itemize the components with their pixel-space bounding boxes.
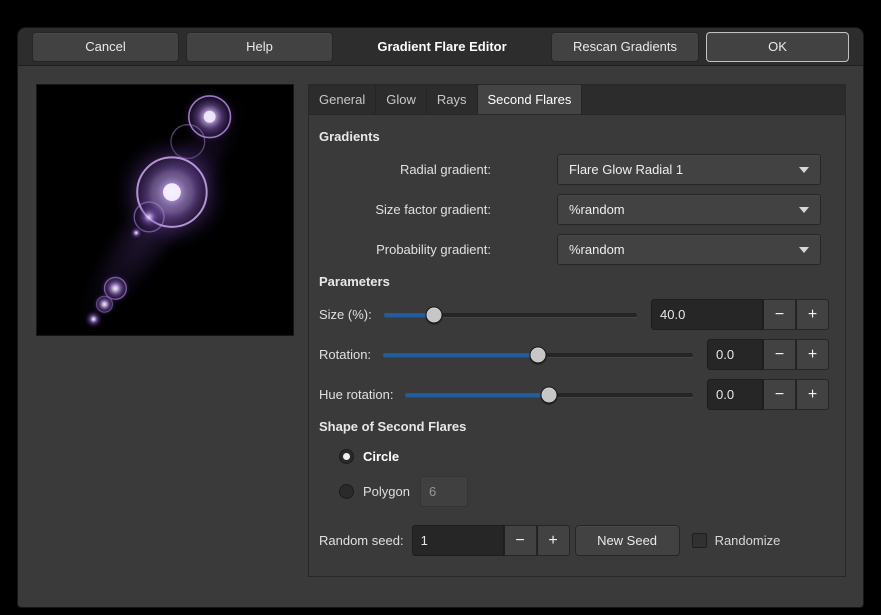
slider-track <box>384 313 637 317</box>
plus-icon: + <box>808 346 817 363</box>
randomize-checkbox-label[interactable]: Randomize <box>715 533 781 548</box>
polygon-radio-label[interactable]: Polygon <box>363 484 410 499</box>
minus-icon: − <box>775 346 784 363</box>
window-title: Gradient Flare Editor <box>340 39 544 54</box>
circle-option-row: Circle <box>339 444 829 468</box>
hue-rotation-increment-button[interactable]: + <box>796 379 829 410</box>
probability-gradient-dropdown[interactable]: %random <box>557 234 821 265</box>
help-button[interactable]: Help <box>186 32 333 62</box>
flare-preview <box>36 84 294 336</box>
ok-button[interactable]: OK <box>706 32 849 62</box>
polygon-option-row: Polygon <box>339 476 829 507</box>
rotation-slider[interactable] <box>383 339 693 370</box>
minus-icon: − <box>775 386 784 403</box>
minus-icon: − <box>775 306 784 323</box>
size-decrement-button[interactable]: − <box>763 299 796 330</box>
settings-panel: General Glow Rays Second Flares Gradient… <box>308 84 846 577</box>
random-seed-label: Random seed: <box>319 533 404 548</box>
size-factor-gradient-dropdown[interactable]: %random <box>557 194 821 225</box>
hue-rotation-label: Hue rotation: <box>319 387 393 402</box>
size-label: Size (%): <box>319 307 372 322</box>
random-seed-row: Random seed: − + New Seed Randomize <box>319 525 829 556</box>
slider-handle[interactable] <box>530 346 547 363</box>
gradient-flare-editor-dialog: Cancel Help Gradient Flare Editor Rescan… <box>18 28 863 607</box>
rotation-row: Rotation: − + <box>319 339 829 370</box>
chevron-down-icon <box>799 247 809 253</box>
seed-decrement-button[interactable]: − <box>504 525 537 556</box>
tab-second-flares[interactable]: Second Flares <box>478 85 583 114</box>
randomize-checkbox[interactable] <box>692 533 707 548</box>
shape-section-title: Shape of Second Flares <box>319 419 829 434</box>
rotation-decrement-button[interactable]: − <box>763 339 796 370</box>
probability-gradient-value: %random <box>569 242 799 257</box>
cancel-button[interactable]: Cancel <box>32 32 179 62</box>
seed-increment-button[interactable]: + <box>537 525 570 556</box>
plus-icon: + <box>548 532 557 549</box>
plus-icon: + <box>808 306 817 323</box>
polygon-sides-input[interactable] <box>420 476 468 507</box>
slider-fill <box>405 393 549 397</box>
rescan-gradients-button[interactable]: Rescan Gradients <box>551 32 699 62</box>
tab-general[interactable]: General <box>309 85 376 114</box>
rotation-increment-button[interactable]: + <box>796 339 829 370</box>
size-factor-gradient-label: Size factor gradient: <box>319 202 491 217</box>
flare-preview-image <box>37 85 293 335</box>
plus-icon: + <box>808 386 817 403</box>
radial-gradient-row: Radial gradient: Flare Glow Radial 1 <box>319 154 829 185</box>
parameters-section-title: Parameters <box>319 274 829 289</box>
slider-handle[interactable] <box>541 386 558 403</box>
chevron-down-icon <box>799 207 809 213</box>
random-seed-input[interactable] <box>412 525 504 556</box>
circle-radio[interactable] <box>339 449 354 464</box>
radial-gradient-value: Flare Glow Radial 1 <box>569 162 799 177</box>
hue-rotation-decrement-button[interactable]: − <box>763 379 796 410</box>
screen-background: Cancel Help Gradient Flare Editor Rescan… <box>0 0 881 615</box>
polygon-radio[interactable] <box>339 484 354 499</box>
chevron-down-icon <box>799 167 809 173</box>
hue-rotation-slider[interactable] <box>405 379 693 410</box>
radial-gradient-dropdown[interactable]: Flare Glow Radial 1 <box>557 154 821 185</box>
rotation-value-input[interactable] <box>707 339 763 370</box>
size-increment-button[interactable]: + <box>796 299 829 330</box>
hue-rotation-row: Hue rotation: − + <box>319 379 829 410</box>
tab-rays[interactable]: Rays <box>427 85 478 114</box>
new-seed-button[interactable]: New Seed <box>575 525 680 556</box>
probability-gradient-row: Probability gradient: %random <box>319 234 829 265</box>
size-factor-gradient-row: Size factor gradient: %random <box>319 194 829 225</box>
slider-fill <box>383 353 538 357</box>
dialog-content: General Glow Rays Second Flares Gradient… <box>18 66 863 606</box>
minus-icon: − <box>515 532 524 549</box>
probability-gradient-label: Probability gradient: <box>319 242 491 257</box>
gradients-section-title: Gradients <box>319 129 829 144</box>
size-slider[interactable] <box>384 299 637 330</box>
slider-handle[interactable] <box>426 306 443 323</box>
size-row: Size (%): − + <box>319 299 829 330</box>
titlebar: Cancel Help Gradient Flare Editor Rescan… <box>18 28 863 66</box>
size-factor-gradient-value: %random <box>569 202 799 217</box>
size-value-input[interactable] <box>651 299 763 330</box>
rotation-label: Rotation: <box>319 347 371 362</box>
tab-glow[interactable]: Glow <box>376 85 427 114</box>
panel-body: Gradients Radial gradient: Flare Glow Ra… <box>309 115 845 556</box>
tab-bar: General Glow Rays Second Flares <box>309 85 845 115</box>
radial-gradient-label: Radial gradient: <box>319 162 491 177</box>
hue-rotation-value-input[interactable] <box>707 379 763 410</box>
circle-radio-label[interactable]: Circle <box>363 449 399 464</box>
